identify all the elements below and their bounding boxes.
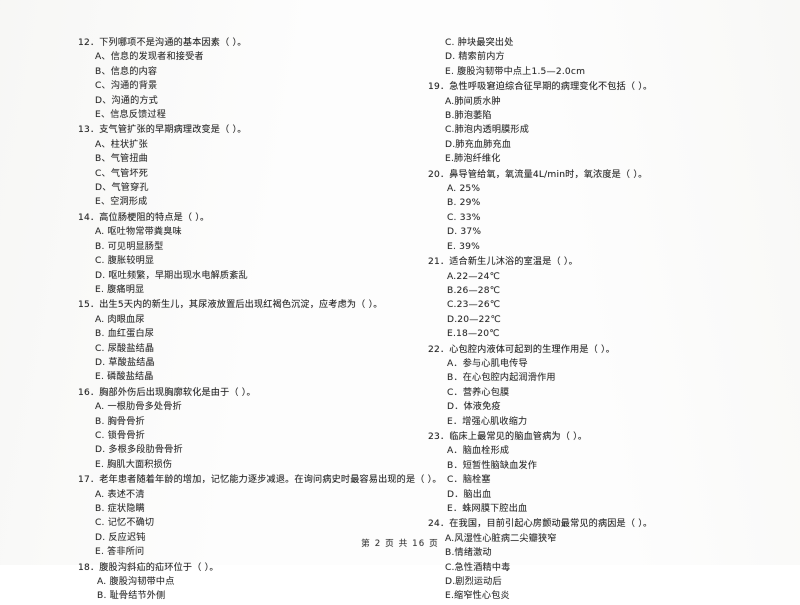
option-c[interactable]: C. 记忆不确切 xyxy=(78,516,386,530)
option-c[interactable]: C. 肿块最突出处 xyxy=(428,36,786,50)
option-e[interactable]: E. 胸肌大面积损伤 xyxy=(78,458,386,472)
option-d[interactable]: D、沟通的方式 xyxy=(78,94,386,108)
option-a[interactable]: A．参与心肌电传导 xyxy=(428,357,786,371)
option-a[interactable]: A. 肉眼血尿 xyxy=(78,313,386,327)
option-d[interactable]: D. 37% xyxy=(428,225,786,239)
question-stem: 14．高位肠梗阻的特点是（ ）。 xyxy=(78,212,210,223)
option-a[interactable]: A. 表述不清 xyxy=(78,488,386,502)
option-a[interactable]: A.22—24℃ xyxy=(428,270,786,284)
two-column-body: 12．下列哪项不是沟通的基本因素（ ）。 A、信息的发现者和接受者 B、信息的内… xyxy=(0,36,800,605)
question-22: 22．心包腔内液体可起到的生理作用是（ ）。 A．参与心肌电传导 B．在心包腔内… xyxy=(428,343,786,429)
option-e[interactable]: E．增强心肌收缩力 xyxy=(428,415,786,429)
option-b[interactable]: B. 血红蛋白尿 xyxy=(78,327,386,341)
option-c[interactable]: C.23—26℃ xyxy=(428,298,786,312)
option-b[interactable]: B. 胸骨骨折 xyxy=(78,415,386,429)
option-c[interactable]: C.肺泡内透明膜形成 xyxy=(428,123,786,137)
option-e[interactable]: E．蛛网膜下腔出血 xyxy=(428,502,786,516)
option-b[interactable]: B．在心包腔内起润滑作用 xyxy=(428,371,786,385)
question-stem: 19．急性呼吸窘迫综合征早期的病理变化不包括（ ）。 xyxy=(428,82,653,93)
option-a[interactable]: A.肺间质水肿 xyxy=(428,95,786,109)
question-24: 24．在我国，目前引起心房颤动最常见的病因是（ ）。 A.风湿性心脏病二尖瓣狭窄… xyxy=(428,517,786,603)
option-e[interactable]: E、信息反馈过程 xyxy=(78,108,386,122)
option-c[interactable]: C. 锁骨骨折 xyxy=(78,429,386,443)
option-b[interactable]: B.26—28℃ xyxy=(428,284,786,298)
question-16: 16．胸部外伤后出现胸廓软化是由于（ ）。 A. 一根肋骨多处骨折 B. 胸骨骨… xyxy=(78,386,386,472)
option-d[interactable]: D. 多根多段肋骨骨折 xyxy=(78,443,386,457)
option-e[interactable]: E. 39% xyxy=(428,240,786,254)
page-footer: 第 2 页 共 16 页 xyxy=(361,539,439,549)
option-a[interactable]: A、柱状扩张 xyxy=(78,138,386,152)
option-d[interactable]: D. 精索前内方 xyxy=(428,50,786,64)
question-15: 15．出生5天内的新生儿，其尿液放置后出现红褐色沉淀，应考虑为（ ）。 A. 肉… xyxy=(78,298,386,384)
option-b[interactable]: B、信息的内容 xyxy=(78,65,386,79)
question-stem: 13．支气管扩张的早期病理改变是（ ）。 xyxy=(78,125,247,136)
question-stem: 21．适合新生儿沐浴的室温是（ ）。 xyxy=(428,257,578,268)
question-stem: 15．出生5天内的新生儿，其尿液放置后出现红褐色沉淀，应考虑为（ ）。 xyxy=(78,300,383,311)
option-b[interactable]: B. 29% xyxy=(428,196,786,210)
option-d[interactable]: D. 呕吐频繁，早期出现水电解质紊乱 xyxy=(78,269,386,283)
option-b[interactable]: B. 耻骨结节外侧 xyxy=(78,589,386,603)
question-stem: 18．腹股沟斜疝的疝环位于（ ）。 xyxy=(78,562,219,573)
option-b[interactable]: B. 可见明显肠型 xyxy=(78,240,386,254)
option-a[interactable]: A．脑血栓形成 xyxy=(428,444,786,458)
question-12: 12．下列哪项不是沟通的基本因素（ ）。 A、信息的发现者和接受者 B、信息的内… xyxy=(78,36,386,122)
option-e[interactable]: E. 磷酸盐结晶 xyxy=(78,370,386,384)
question-stem: 12．下列哪项不是沟通的基本因素（ ）。 xyxy=(78,38,247,48)
question-14: 14．高位肠梗阻的特点是（ ）。 A. 呕吐物常带粪臭味 B. 可见明显肠型 C… xyxy=(78,211,386,297)
option-c[interactable]: C. 33% xyxy=(428,211,786,225)
option-e[interactable]: E.缩窄性心包炎 xyxy=(428,589,786,603)
question-stem: 16．胸部外伤后出现胸廓软化是由于（ ）。 xyxy=(78,387,256,398)
option-d[interactable]: D. 草酸盐结晶 xyxy=(78,356,386,370)
option-c[interactable]: C．脑栓塞 xyxy=(428,473,786,487)
option-e[interactable]: E. 腹痛明显 xyxy=(78,283,386,297)
option-c[interactable]: C.急性酒精中毒 xyxy=(428,561,786,575)
option-e[interactable]: E. 腹股沟韧带中点上1.5—2.0cm xyxy=(428,65,786,79)
option-c[interactable]: C、气管坏死 xyxy=(78,167,386,181)
option-c[interactable]: C. 腹胀较明显 xyxy=(78,254,386,268)
question-stem: 20．鼻导管给氧，氧流量4L/min时，氧浓度是（ ）。 xyxy=(428,169,648,180)
option-b[interactable]: B.肺泡萎陷 xyxy=(428,109,786,123)
question-stem: 24．在我国，目前引起心房颤动最常见的病因是（ ）。 xyxy=(428,519,653,530)
question-stem: 23．临床上最常见的脑血管病为（ ）。 xyxy=(428,431,588,442)
question-20: 20．鼻导管给氧，氧流量4L/min时，氧浓度是（ ）。 A. 25% B. 2… xyxy=(428,168,786,254)
question-13: 13．支气管扩张的早期病理改变是（ ）。 A、柱状扩张 B、气管扭曲 C、气管坏… xyxy=(78,123,386,209)
option-e[interactable]: E、空洞形成 xyxy=(78,195,386,209)
option-c[interactable]: C. 尿酸盐结晶 xyxy=(78,342,386,356)
question-stem: 22．心包腔内液体可起到的生理作用是（ ）。 xyxy=(428,344,616,355)
option-d[interactable]: D．脑出血 xyxy=(428,488,786,502)
option-a[interactable]: A. 腹股沟韧带中点 xyxy=(78,575,386,589)
option-a[interactable]: A、信息的发现者和接受者 xyxy=(78,50,386,64)
question-18-continued-options: C. 肿块最突出处 D. 精索前内方 E. 腹股沟韧带中点上1.5—2.0cm xyxy=(428,36,786,79)
right-column: C. 肿块最突出处 D. 精索前内方 E. 腹股沟韧带中点上1.5—2.0cm … xyxy=(400,36,800,605)
option-a[interactable]: A. 25% xyxy=(428,182,786,196)
question-23: 23．临床上最常见的脑血管病为（ ）。 A．脑血栓形成 B．短暂性脑缺血发作 C… xyxy=(428,430,786,516)
option-a[interactable]: A. 一根肋骨多处骨折 xyxy=(78,400,386,414)
question-18: 18．腹股沟斜疝的疝环位于（ ）。 A. 腹股沟韧带中点 B. 耻骨结节外侧 xyxy=(78,561,386,604)
option-d[interactable]: D.肺充血肺充血 xyxy=(428,138,786,152)
question-19: 19．急性呼吸窘迫综合征早期的病理变化不包括（ ）。 A.肺间质水肿 B.肺泡萎… xyxy=(428,80,786,166)
option-d[interactable]: D．体液免疫 xyxy=(428,400,786,414)
option-b[interactable]: B．短暂性脑缺血发作 xyxy=(428,459,786,473)
question-21: 21．适合新生儿沐浴的室温是（ ）。 A.22—24℃ B.26—28℃ C.2… xyxy=(428,255,786,341)
left-column: 12．下列哪项不是沟通的基本因素（ ）。 A、信息的发现者和接受者 B、信息的内… xyxy=(0,36,442,605)
option-a[interactable]: A. 呕吐物常带粪臭味 xyxy=(78,225,386,239)
option-d[interactable]: D.剧烈运动后 xyxy=(428,575,786,589)
option-c[interactable]: C．营养心包膜 xyxy=(428,386,786,400)
option-b[interactable]: B. 症状隐瞒 xyxy=(78,502,386,516)
option-e[interactable]: E.18—20℃ xyxy=(428,327,786,341)
option-d[interactable]: D、气管穿孔 xyxy=(78,181,386,195)
option-e[interactable]: E.肺泡纤维化 xyxy=(428,152,786,166)
option-d[interactable]: D.20—22℃ xyxy=(428,313,786,327)
option-c[interactable]: C、沟通的背景 xyxy=(78,79,386,93)
option-b[interactable]: B、气管扭曲 xyxy=(78,152,386,166)
question-stem: 17．老年患者随着年龄的增加，记忆能力逐步减退。在询问病史时最容易出现的是（ ）… xyxy=(78,475,442,486)
